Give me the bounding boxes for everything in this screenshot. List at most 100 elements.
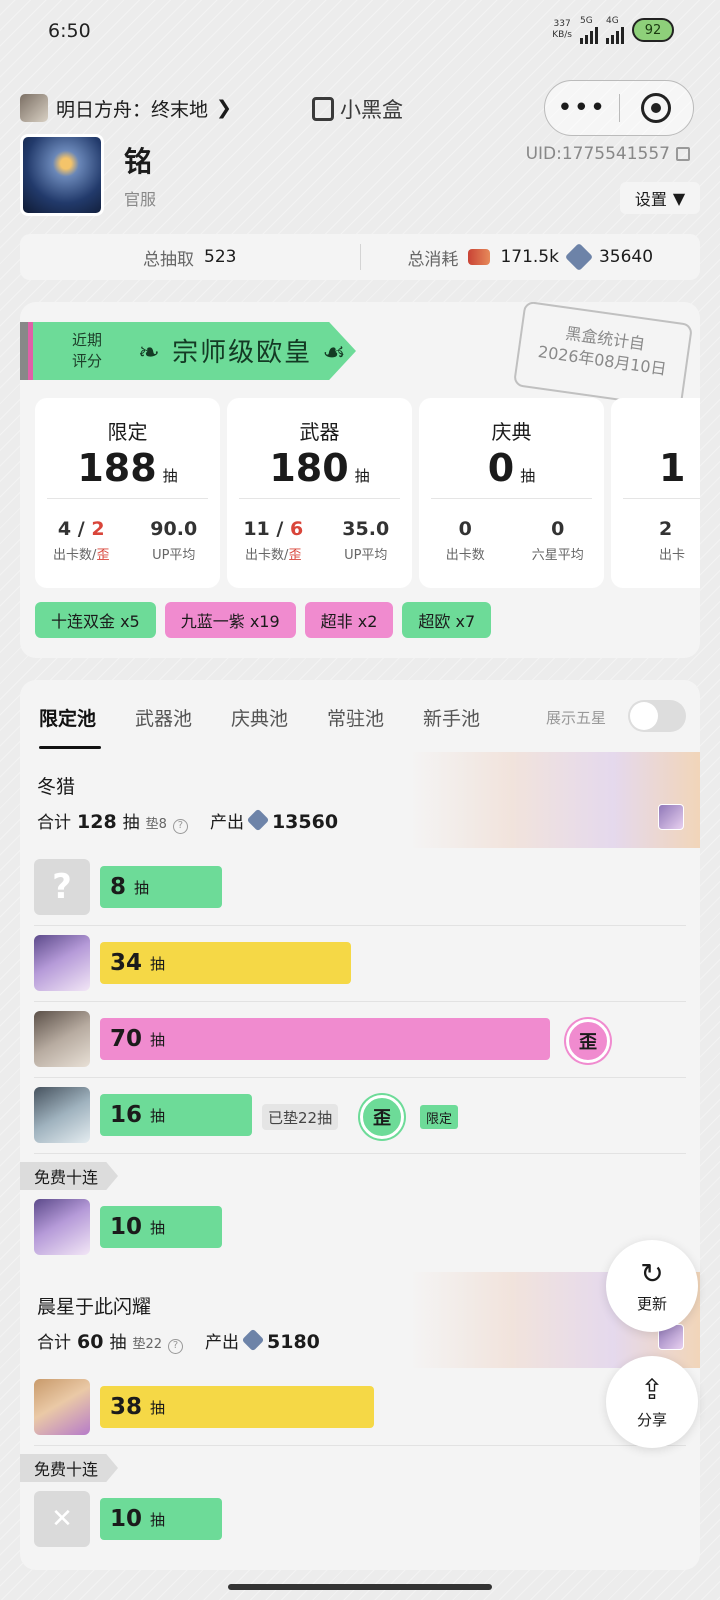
- stat-name: 庆典: [491, 420, 532, 444]
- stat-divider: [431, 498, 592, 499]
- draw-row: 38 抽: [20, 1370, 700, 1446]
- settings-label: 设置: [634, 190, 667, 209]
- laurel-left-icon: ❧: [138, 338, 162, 368]
- stat-count-value: 180: [269, 446, 349, 490]
- draw-count: 70: [110, 1026, 143, 1052]
- blonde-avatar: [34, 1379, 90, 1435]
- pool-summary: 合计 60 抽 垫22 ? 产出 5180: [37, 1328, 320, 1354]
- refresh-button[interactable]: ↻ 更新: [606, 1240, 698, 1332]
- cost2-value: 35640: [598, 247, 654, 267]
- tag-super-lucky: 超欧 x7: [402, 602, 492, 638]
- banner-edge: [20, 322, 28, 380]
- more-button[interactable]: •••: [545, 93, 619, 123]
- stat-count-unit: 抽: [354, 467, 370, 485]
- rating-card: 近期 评分 ❧ 宗师级欧皇 ☙ 黑盒统计自 2026年08月10日 限定 188…: [20, 302, 700, 658]
- stat-count: 1: [611, 446, 700, 490]
- cards-out-label: 出卡数: [445, 548, 485, 563]
- user-name: 铭: [124, 145, 153, 178]
- rating-banner: 近期 评分 ❧ 宗师级欧皇 ☙: [20, 322, 356, 380]
- currency-gem-icon: [246, 808, 270, 832]
- stat-name: 限定: [107, 420, 148, 444]
- help-icon[interactable]: ?: [168, 1339, 183, 1354]
- close-miniapp-button[interactable]: [620, 93, 694, 123]
- user-avatar[interactable]: [20, 134, 104, 216]
- pool-output-label: 产出: [205, 1333, 239, 1353]
- pool-output-label: 产出: [209, 813, 244, 833]
- draw-unit: 抽: [150, 1218, 166, 1237]
- grey-hair-avatar: [34, 1011, 90, 1067]
- uid-copy[interactable]: UID:1775541557: [526, 144, 690, 164]
- tab-beginner[interactable]: 新手池: [423, 704, 480, 731]
- home-indicator[interactable]: [228, 1584, 492, 1590]
- off-banner-value: 6: [289, 518, 304, 540]
- unknown-avatar: ?: [34, 859, 90, 915]
- cards-out-label: 出卡数: [53, 548, 93, 563]
- status-bar: 6:50 337 KB/s 5G 4G 92: [0, 0, 720, 64]
- rating-label: 近期 评分: [72, 330, 102, 372]
- total-draws-label: 总抽取: [143, 249, 195, 270]
- banner-accent: [28, 322, 33, 380]
- rating-label-line2: 评分: [72, 352, 103, 370]
- tab-celebration[interactable]: 庆典池: [231, 704, 288, 731]
- settings-button[interactable]: 设置 ▼: [620, 182, 700, 214]
- totals-bar: 总抽取 523 总消耗 171.5k 35640: [20, 234, 700, 280]
- draw-row: 70 抽 歪: [20, 1002, 700, 1078]
- draw-count: 38: [110, 1394, 143, 1420]
- slash: /: [269, 518, 290, 540]
- uid-text: UID:1775541557: [525, 144, 670, 164]
- stat-up-average: 35.0 UP平均: [320, 518, 413, 563]
- laurel-right-icon: ☙: [322, 338, 348, 368]
- draw-unit: 抽: [150, 1106, 166, 1125]
- purple-hair-avatar: [34, 1199, 90, 1255]
- limited-badge: 限定: [420, 1105, 459, 1129]
- stat-count: 180 抽: [227, 446, 412, 490]
- off-banner-label: 歪: [288, 548, 302, 563]
- status-time: 6:50: [48, 20, 91, 42]
- miniapp-capsule: •••: [544, 80, 694, 136]
- row-divider: [34, 1153, 686, 1154]
- achievement-tags: 十连双金 x5 九蓝一紫 x19 超非 x2 超欧 x7: [35, 602, 492, 638]
- stat-count-unit: 抽: [162, 467, 178, 485]
- show-five-star-toggle[interactable]: [628, 700, 686, 732]
- tab-underline: [39, 746, 101, 749]
- sim2-label: 4G: [606, 16, 619, 26]
- tab-weapon[interactable]: 武器池: [135, 704, 192, 731]
- off-banner-badge: 歪: [566, 1019, 610, 1063]
- share-icon: ⇪: [640, 1372, 664, 1406]
- draw-count: 16: [110, 1102, 143, 1128]
- stat-cards-out: 2 出卡: [611, 518, 700, 563]
- rating-title-text: 宗师级欧皇: [172, 338, 313, 368]
- draw-unit: 抽: [150, 1510, 166, 1529]
- pool-stats-scroller[interactable]: 限定 188 抽 4 / 2 出卡数/歪 90.0 UP平均 武器 180 抽 11…: [35, 398, 700, 588]
- stat-count-value: 0: [487, 446, 515, 490]
- game-switcher[interactable]: 明日方舟：终末地 ❯: [20, 94, 232, 122]
- pool-header: 晨星于此闪耀 合计 60 抽 垫22 ? 产出 5180: [20, 1272, 700, 1368]
- pool-pity: 垫22: [132, 1337, 162, 1352]
- heybox-logo-icon: [312, 97, 334, 121]
- stat-card-weapon: 武器 180 抽 11 / 6 出卡数/歪 35.0 UP平均: [227, 398, 412, 588]
- brand: 小黑盒: [312, 94, 403, 124]
- draw-unit: 抽: [150, 954, 166, 973]
- currency-gem-icon: [241, 1328, 265, 1352]
- draw-count: 8: [110, 874, 127, 900]
- tab-limited[interactable]: 限定池: [39, 704, 96, 731]
- brand-name: 小黑盒: [340, 98, 403, 122]
- off-banner-label: 歪: [96, 548, 110, 563]
- stat-card-celebration: 庆典 0抽 0 出卡数 0 六星平均: [419, 398, 604, 588]
- game-title: 明日方舟：终末地: [56, 98, 209, 121]
- stat-card-limited: 限定 188 抽 4 / 2 出卡数/歪 90.0 UP平均: [35, 398, 220, 588]
- share-button[interactable]: ⇪ 分享: [606, 1356, 698, 1448]
- slash: /: [71, 518, 92, 540]
- tab-standard[interactable]: 常驻池: [327, 704, 384, 731]
- target-icon: [641, 93, 672, 123]
- stat-count-value: 1: [659, 446, 686, 490]
- pity-badge: 已垫22抽: [262, 1104, 339, 1130]
- help-icon[interactable]: ?: [172, 819, 188, 834]
- status-icons: 337 KB/s 5G 4G 92: [552, 16, 674, 44]
- top-header: 明日方舟：终末地 ❯ 小黑盒 •••: [0, 80, 720, 140]
- cards-out-value: 4: [57, 518, 72, 540]
- off-banner-value: 2: [91, 518, 105, 540]
- total-draws: 总抽取 523: [20, 245, 360, 270]
- total-cost: 总消耗 171.5k 35640: [361, 242, 701, 272]
- pool-banner-art: [410, 752, 700, 848]
